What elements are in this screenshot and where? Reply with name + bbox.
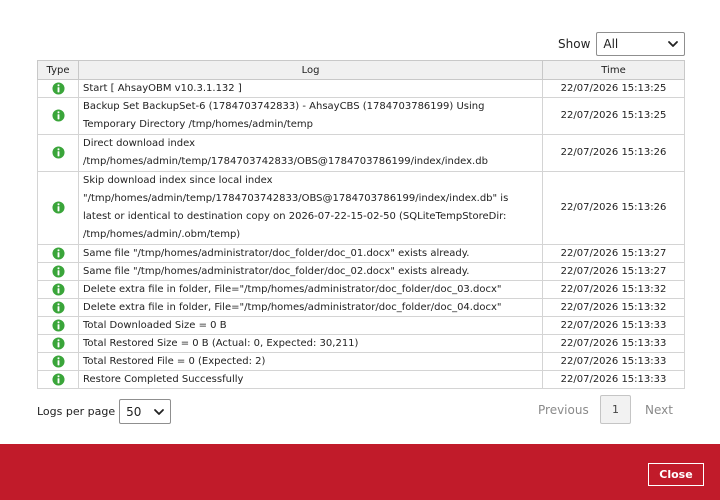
info-icon xyxy=(51,264,65,278)
log-time: 22/07/2026 15:13:25 xyxy=(542,97,685,135)
type-cell xyxy=(37,171,79,245)
info-icon xyxy=(51,300,65,314)
info-icon xyxy=(51,145,65,159)
type-cell xyxy=(37,244,79,263)
log-message: Skip download index since local index "/… xyxy=(78,171,543,245)
log-time: 22/07/2026 15:13:32 xyxy=(542,298,685,317)
log-message: Total Downloaded Size = 0 B xyxy=(78,316,543,335)
log-message: Same file "/tmp/homes/administrator/doc_… xyxy=(78,244,543,263)
log-time: 22/07/2026 15:13:26 xyxy=(542,171,685,245)
table-header-row: Type Log Time xyxy=(37,60,685,80)
log-time: 22/07/2026 15:13:26 xyxy=(542,134,685,172)
table-row: Same file "/tmp/homes/administrator/doc_… xyxy=(37,262,685,281)
pagination-previous[interactable]: Previous xyxy=(538,395,589,425)
log-time: 22/07/2026 15:13:33 xyxy=(542,352,685,371)
table-row: Backup Set BackupSet-6 (1784703742833) -… xyxy=(37,97,685,135)
log-time: 22/07/2026 15:13:27 xyxy=(542,244,685,263)
chevron-down-icon xyxy=(154,408,165,415)
table-row: Direct download index /tmp/homes/admin/t… xyxy=(37,134,685,172)
info-icon xyxy=(51,246,65,260)
table-row: Total Restored File = 0 (Expected: 2) 22… xyxy=(37,352,685,371)
log-time: 22/07/2026 15:13:33 xyxy=(542,334,685,353)
info-icon xyxy=(51,81,65,95)
info-icon xyxy=(51,200,65,214)
log-message: Restore Completed Successfully xyxy=(78,370,543,389)
info-icon xyxy=(51,282,65,296)
info-icon xyxy=(51,318,65,332)
show-select[interactable]: All xyxy=(596,32,686,56)
type-cell xyxy=(37,352,79,371)
column-header-log: Log xyxy=(78,60,543,80)
show-select-value: All xyxy=(603,37,619,51)
type-cell xyxy=(37,97,79,135)
log-message: Same file "/tmp/homes/administrator/doc_… xyxy=(78,262,543,281)
table-row: Restore Completed Successfully 22/07/202… xyxy=(37,370,685,389)
chevron-down-icon xyxy=(668,41,679,47)
type-cell xyxy=(37,316,79,335)
column-header-type: Type xyxy=(37,60,79,80)
logs-per-page-select[interactable]: 50 xyxy=(119,399,172,424)
logs-per-page: Logs per page 50 xyxy=(37,399,172,424)
table-row: Skip download index since local index "/… xyxy=(37,171,685,245)
close-button[interactable]: Close xyxy=(648,463,704,486)
logs-per-page-label: Logs per page xyxy=(37,405,116,418)
show-filter: Show All xyxy=(558,32,686,56)
log-message: Total Restored Size = 0 B (Actual: 0, Ex… xyxy=(78,334,543,353)
type-cell xyxy=(37,370,79,389)
show-label: Show xyxy=(558,37,591,51)
log-time: 22/07/2026 15:13:27 xyxy=(542,262,685,281)
log-message: Backup Set BackupSet-6 (1784703742833) -… xyxy=(78,97,543,135)
log-table: Type Log Time Start [ AhsayOBM v10.3.1.1… xyxy=(37,60,685,389)
previous-link[interactable]: Previous xyxy=(538,403,589,417)
type-cell xyxy=(37,79,79,98)
log-message: Total Restored File = 0 (Expected: 2) xyxy=(78,352,543,371)
table-row: Total Restored Size = 0 B (Actual: 0, Ex… xyxy=(37,334,685,353)
dialog-footer xyxy=(0,444,720,500)
table-row: Start [ AhsayOBM v10.3.1.132 ] 22/07/202… xyxy=(37,79,685,98)
type-cell xyxy=(37,262,79,281)
type-cell xyxy=(37,134,79,172)
log-time: 22/07/2026 15:13:33 xyxy=(542,316,685,335)
table-row: Total Downloaded Size = 0 B 22/07/2026 1… xyxy=(37,316,685,335)
info-icon xyxy=(51,354,65,368)
log-message: Start [ AhsayOBM v10.3.1.132 ] xyxy=(78,79,543,98)
log-message: Delete extra file in folder, File="/tmp/… xyxy=(78,298,543,317)
log-message: Delete extra file in folder, File="/tmp/… xyxy=(78,280,543,299)
type-cell xyxy=(37,334,79,353)
page-number-button[interactable]: 1 xyxy=(600,395,631,424)
info-icon xyxy=(51,372,65,386)
next-link[interactable]: Next xyxy=(645,403,673,417)
info-icon xyxy=(51,336,65,350)
table-row: Same file "/tmp/homes/administrator/doc_… xyxy=(37,244,685,263)
info-icon xyxy=(51,108,65,122)
pagination-next[interactable]: Next xyxy=(645,395,673,425)
log-time: 22/07/2026 15:13:32 xyxy=(542,280,685,299)
type-cell xyxy=(37,280,79,299)
log-message: Direct download index /tmp/homes/admin/t… xyxy=(78,134,543,172)
table-row: Delete extra file in folder, File="/tmp/… xyxy=(37,298,685,317)
type-cell xyxy=(37,298,79,317)
column-header-time: Time xyxy=(542,60,685,80)
log-time: 22/07/2026 15:13:33 xyxy=(542,370,685,389)
logs-per-page-value: 50 xyxy=(126,404,142,419)
log-time: 22/07/2026 15:13:25 xyxy=(542,79,685,98)
table-row: Delete extra file in folder, File="/tmp/… xyxy=(37,280,685,299)
